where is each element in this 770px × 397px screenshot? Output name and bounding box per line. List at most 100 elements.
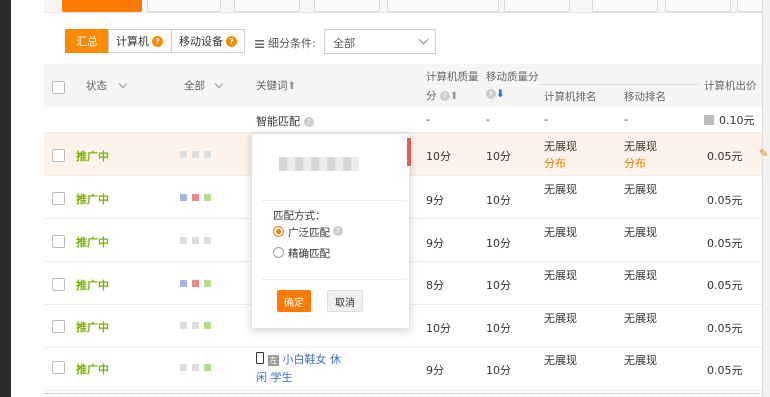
mobile-rank: 无展现 (624, 226, 657, 239)
col-all[interactable]: 全部 (184, 78, 224, 93)
filter-label: 细分条件: (255, 35, 316, 51)
col-status-label: 状态 (86, 80, 107, 92)
select-all-checkbox[interactable] (52, 81, 65, 94)
chevron-down-icon (418, 34, 429, 45)
popup-divider (262, 200, 407, 201)
pc-rank-distribution-link[interactable]: 分布 (544, 155, 566, 171)
status-badge: 推广中 (76, 321, 109, 334)
help-icon[interactable]: ? (226, 35, 237, 47)
smart-bid-value: 0.10元 (719, 114, 755, 127)
col-pc-quality[interactable]: 计算机质量 (426, 69, 479, 84)
device-dot (180, 151, 187, 158)
bid-value[interactable]: 0.05元 (707, 320, 743, 336)
radio-broad[interactable] (273, 226, 284, 237)
mobile-quality: 10分 (486, 279, 511, 292)
tab-mobile-label: 移动设备 (179, 35, 223, 48)
chevron-down-icon (215, 79, 224, 89)
top-action-button-3[interactable] (592, 0, 658, 12)
header-divider (539, 84, 699, 85)
help-icon[interactable]: ? (486, 89, 496, 99)
primary-action-button[interactable] (62, 0, 142, 12)
tab-mobile[interactable]: 移动设备 ? (171, 29, 245, 53)
row-checkbox[interactable] (52, 192, 65, 205)
top-filter-select-2[interactable] (234, 0, 300, 12)
mobile-rank-distribution-link[interactable]: 分布 (624, 155, 646, 171)
tab-summary[interactable]: 汇总 (65, 29, 109, 53)
keyword-link-line2[interactable]: 闲 学生 (256, 369, 293, 385)
top-action-button-4[interactable] (665, 0, 731, 12)
keyword-cell[interactable]: 左 小白鞋女 休 (256, 351, 341, 367)
row-checkbox[interactable] (52, 278, 65, 291)
mobile-rank: 无展现 (624, 183, 657, 196)
device-dot (192, 151, 199, 158)
edit-icon[interactable]: ✎ (759, 147, 768, 160)
device-dot (204, 194, 211, 201)
top-filter-select-3[interactable] (314, 0, 380, 12)
col-mobile-quality[interactable]: 移动质量分 (486, 69, 539, 84)
help-icon[interactable]: ? (439, 91, 450, 101)
match-type-popup: 匹配方式： 广泛匹配 ? 精确匹配 确定 取消 (251, 133, 411, 329)
col-keyword[interactable]: 关键词⬆ (256, 78, 296, 93)
popup-edge-marker (407, 138, 411, 166)
tab-computer-label: 计算机 (116, 35, 149, 48)
mobile-rank: 无展现 (624, 312, 657, 325)
pc-rank: 无展现 (544, 140, 577, 153)
popup-divider (262, 279, 407, 280)
table-header: 状态 全部 关键词⬆ 计算机质量 分 ? ⬆ 移动质量分 ? ⬇ 计算机排名 移动排… (44, 64, 762, 108)
mobile-rank: 无展现 (624, 269, 657, 282)
top-action-button-1[interactable] (387, 0, 499, 12)
col-keyword-label: 关键词 (256, 80, 288, 92)
mobile-rank: 无展现 (624, 354, 657, 367)
list-icon (255, 40, 264, 48)
vertical-scrollbar[interactable] (762, 0, 770, 397)
smart-mobile-rank: - (624, 113, 628, 126)
pc-rank: 无展现 (544, 226, 577, 239)
top-action-button-2[interactable] (504, 0, 570, 12)
device-dot (204, 280, 211, 287)
device-dot (180, 194, 187, 201)
price-tag-icon (704, 115, 714, 125)
top-filter-select-1[interactable] (147, 0, 221, 12)
tab-computer[interactable]: 计算机 ? (108, 29, 172, 53)
bid-value[interactable]: 0.05元 (707, 362, 743, 378)
bid-value[interactable]: 0.05元 (707, 235, 743, 251)
smart-bid[interactable]: 0.10元 (704, 112, 755, 128)
mobile-quality: 10分 (486, 194, 511, 207)
pc-quality: 9分 (426, 194, 444, 207)
help-icon[interactable]: ? (303, 117, 314, 127)
smart-match-label: 智能匹配 (256, 115, 300, 128)
col-pc-rank: 计算机排名 (544, 91, 597, 103)
keyword-tag: 左 (268, 355, 279, 366)
help-icon[interactable]: ? (152, 35, 163, 47)
radio-exact[interactable] (273, 247, 284, 258)
smart-pc-quality: - (426, 113, 430, 126)
top-action-bar (44, 0, 762, 13)
table-row[interactable]: 推广中 左 小白鞋女 休 闲 学生 9分 10分 无展现 无展现 0.05元 (44, 348, 762, 391)
keyword-link[interactable]: 小白鞋女 休 (283, 353, 342, 366)
mobile-rank: 无展现 (624, 140, 657, 153)
help-icon[interactable]: ? (333, 226, 343, 236)
smart-match-keyword: 智能匹配 ? (256, 113, 314, 129)
bottom-divider (44, 393, 762, 394)
col-status[interactable]: 状态 (86, 78, 128, 93)
sort-desc-icon: ⬇ (496, 88, 505, 100)
filter-select[interactable]: 全部 (324, 29, 436, 54)
smart-pc-rank: - (544, 113, 548, 126)
col-pc-bid[interactable]: 计算机出价 (704, 78, 757, 93)
row-checkbox[interactable] (52, 235, 65, 248)
row-checkbox[interactable] (52, 361, 65, 374)
cancel-button[interactable]: 取消 (327, 290, 363, 312)
close-icon[interactable] (737, 0, 762, 12)
row-checkbox[interactable] (52, 320, 65, 333)
row-checkbox[interactable] (52, 149, 65, 162)
device-dot (192, 194, 199, 201)
mobile-quality: 10分 (486, 364, 511, 377)
bid-value[interactable]: 0.05元 (707, 148, 743, 164)
pc-quality: 10分 (426, 322, 451, 335)
mobile-device-icon (256, 352, 264, 364)
bid-value[interactable]: 0.05元 (707, 192, 743, 208)
confirm-button[interactable]: 确定 (277, 290, 311, 312)
bid-value[interactable]: 0.05元 (707, 277, 743, 293)
smart-mobile-quality: - (486, 113, 490, 126)
col-all-label: 全部 (184, 80, 205, 92)
